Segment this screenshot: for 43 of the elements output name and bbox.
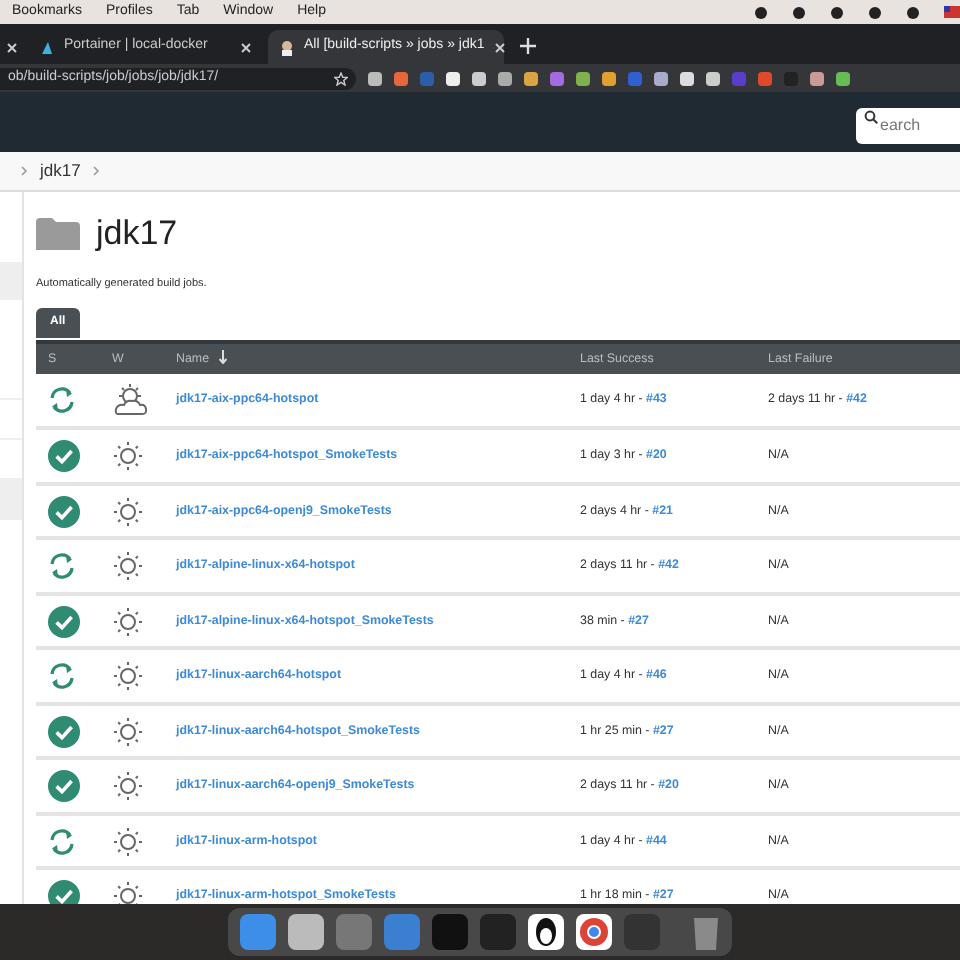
close-icon bbox=[494, 41, 507, 53]
sort-icon bbox=[217, 350, 228, 365]
check-circle-icon bbox=[48, 605, 80, 637]
breadcrumb-link[interactable]: jdk17 bbox=[40, 158, 81, 184]
refresh-icon bbox=[48, 662, 76, 690]
sun-icon bbox=[112, 662, 144, 690]
status-icon bbox=[792, 5, 806, 19]
app-icon[interactable] bbox=[528, 914, 564, 950]
sun-icon bbox=[112, 772, 144, 800]
check-circle-icon bbox=[48, 715, 80, 747]
cloud-sun-icon bbox=[112, 384, 148, 416]
sun-icon bbox=[112, 827, 144, 855]
app-icon[interactable] bbox=[576, 914, 612, 950]
flag-icon bbox=[944, 6, 960, 18]
sun-icon bbox=[112, 717, 144, 745]
status-icon bbox=[754, 5, 768, 19]
check-circle-icon bbox=[48, 440, 80, 472]
refresh-icon bbox=[48, 552, 76, 580]
check-circle-icon bbox=[48, 495, 80, 527]
status-icon bbox=[868, 5, 882, 19]
trash-icon[interactable] bbox=[692, 914, 720, 950]
sun-icon bbox=[112, 497, 144, 525]
check-circle-icon bbox=[48, 770, 80, 802]
sun-icon bbox=[112, 882, 144, 904]
search-field[interactable]: earch bbox=[856, 107, 960, 143]
refresh-icon bbox=[48, 827, 76, 855]
status-icon bbox=[830, 5, 844, 19]
search-icon bbox=[864, 110, 878, 124]
folder-title: jdk17 bbox=[96, 212, 178, 256]
chevron-icon bbox=[92, 166, 101, 176]
new-tab-icon[interactable] bbox=[520, 38, 536, 54]
sun-icon bbox=[112, 552, 144, 580]
whale-icon bbox=[40, 39, 54, 55]
close-icon bbox=[6, 41, 18, 53]
sun-icon bbox=[112, 607, 144, 635]
folder-icon bbox=[36, 217, 80, 250]
person-icon bbox=[280, 39, 294, 55]
refresh-icon bbox=[48, 386, 76, 414]
sun-icon bbox=[112, 442, 144, 470]
star-icon bbox=[334, 71, 348, 85]
chevron-icon bbox=[20, 166, 28, 176]
close-icon bbox=[240, 41, 252, 53]
status-icon bbox=[906, 5, 920, 19]
